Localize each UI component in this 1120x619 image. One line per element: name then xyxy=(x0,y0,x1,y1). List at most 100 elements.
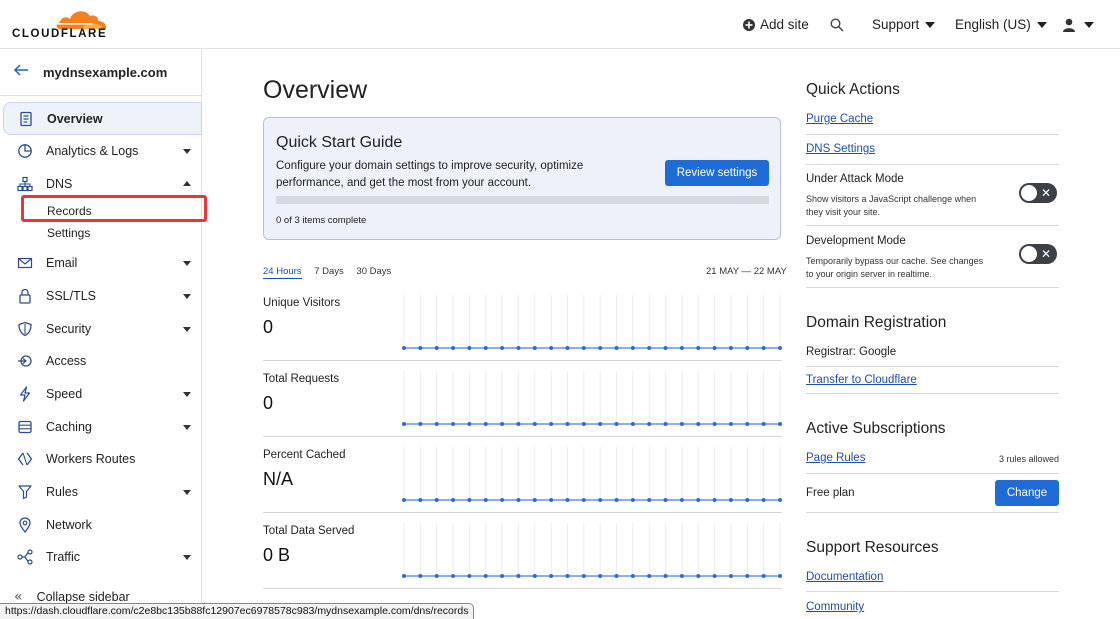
dns-settings-link[interactable]: DNS Settings xyxy=(806,143,875,155)
location-pin-icon xyxy=(19,517,31,533)
divider xyxy=(806,366,1059,367)
data-point xyxy=(434,346,439,350)
chevron-down-icon xyxy=(183,555,191,560)
sparkline-chart xyxy=(402,523,782,578)
data-point xyxy=(565,422,570,426)
chevron-down-icon xyxy=(183,327,191,332)
data-point xyxy=(712,498,717,502)
development-mode-toggle[interactable]: ✕ xyxy=(1019,244,1057,264)
metric-label: Unique Visitors xyxy=(263,297,341,309)
chevron-down-icon xyxy=(183,425,191,430)
chevron-down-icon xyxy=(1036,21,1047,28)
add-site-link[interactable]: Add site xyxy=(743,0,809,49)
collapse-sidebar-label: Collapse sidebar xyxy=(36,590,130,604)
mail-icon xyxy=(17,257,33,269)
top-bar: CLOUDFLARE Add site Support English (US) xyxy=(0,0,1120,49)
sidebar-item-email[interactable]: Email xyxy=(0,248,201,278)
data-point xyxy=(761,346,766,350)
chevron-down-icon xyxy=(183,392,191,397)
workers-icon xyxy=(17,452,33,466)
sidebar-item-overview[interactable]: Overview xyxy=(3,102,202,135)
data-point xyxy=(614,422,619,426)
data-point xyxy=(778,346,782,350)
sidebar-item-analytics[interactable]: Analytics & Logs xyxy=(0,136,201,166)
sidebar-item-workers-routes[interactable]: Workers Routes xyxy=(0,444,201,474)
sidebar-item-network[interactable]: Network xyxy=(0,510,201,540)
data-point xyxy=(647,422,652,426)
sidebar-item-label: Caching xyxy=(46,420,92,434)
purge-cache-link[interactable]: Purge Cache xyxy=(806,113,873,125)
data-point xyxy=(581,574,586,578)
data-point xyxy=(598,422,603,426)
sidebar-item-label: Rules xyxy=(46,485,78,499)
close-icon: ✕ xyxy=(1041,247,1052,261)
tab-7-days[interactable]: 7 Days xyxy=(314,266,344,277)
user-menu[interactable] xyxy=(1062,0,1094,49)
metric-value: 0 xyxy=(263,317,274,337)
documentation-link[interactable]: Documentation xyxy=(806,571,883,583)
data-point xyxy=(483,422,488,426)
sidebar-item-label: Network xyxy=(46,518,92,532)
data-point xyxy=(565,346,570,350)
sidebar-item-ssl-tls[interactable]: SSL/TLS xyxy=(0,281,201,311)
community-link[interactable]: Community xyxy=(806,601,864,613)
chevron-down-icon xyxy=(183,294,191,299)
page-rules-link[interactable]: Page Rules xyxy=(806,452,865,464)
sidebar-item-label: Analytics & Logs xyxy=(46,144,139,158)
sidebar-item-rules[interactable]: Rules xyxy=(0,477,201,507)
transfer-to-cloudflare-link[interactable]: Transfer to Cloudflare xyxy=(806,374,917,386)
sparkline-chart xyxy=(402,371,782,426)
data-point xyxy=(565,498,570,502)
metric-total-data-served: Total Data Served 0 B xyxy=(263,513,782,589)
zone-header: mydnsexample.com xyxy=(0,49,201,96)
data-point xyxy=(434,498,439,502)
language-menu[interactable]: English (US) xyxy=(955,0,1047,49)
sidebar-item-access[interactable]: Access xyxy=(0,346,201,376)
data-point xyxy=(451,346,456,350)
document-icon xyxy=(20,111,32,127)
data-point xyxy=(402,422,406,426)
sparkline-chart xyxy=(402,447,782,502)
data-point xyxy=(712,422,717,426)
data-point xyxy=(679,574,684,578)
back-arrow-icon[interactable] xyxy=(13,63,29,77)
sidebar-item-label: Email xyxy=(46,256,78,270)
data-point xyxy=(647,346,652,350)
quick-start-guide-card: Quick Start Guide Configure your domain … xyxy=(263,117,781,240)
data-point xyxy=(500,574,505,578)
metric-label: Total Requests xyxy=(263,373,340,385)
data-point xyxy=(663,574,668,578)
chevron-down-icon xyxy=(925,21,936,28)
review-settings-button[interactable]: Review settings xyxy=(665,160,769,186)
data-point xyxy=(402,346,406,350)
sidebar-item-security[interactable]: Security xyxy=(0,314,201,344)
data-point xyxy=(778,498,782,502)
data-point xyxy=(598,574,603,578)
data-point xyxy=(761,422,766,426)
data-point xyxy=(451,422,456,426)
change-plan-button[interactable]: Change xyxy=(995,480,1059,506)
tab-30-days[interactable]: 30 Days xyxy=(356,266,391,277)
domain-registration-heading: Domain Registration xyxy=(806,314,947,331)
active-subscriptions-heading: Active Subscriptions xyxy=(806,420,946,437)
data-point xyxy=(581,422,586,426)
tab-24-hours[interactable]: 24 Hours xyxy=(263,266,302,279)
language-label: English (US) xyxy=(955,17,1031,32)
search-button[interactable] xyxy=(830,0,844,49)
cloudflare-logo[interactable]: CLOUDFLARE xyxy=(12,8,107,40)
registrar-text: Registrar: Google xyxy=(806,346,897,358)
data-point xyxy=(467,574,472,578)
sidebar-subitem-settings[interactable]: Settings xyxy=(47,226,90,240)
brand-wordmark: CLOUDFLARE xyxy=(12,28,108,40)
toggle-knob xyxy=(1021,246,1037,262)
under-attack-toggle[interactable]: ✕ xyxy=(1019,183,1057,203)
metric-value: N/A xyxy=(263,469,294,489)
data-point xyxy=(451,574,456,578)
sidebar-item-speed[interactable]: Speed xyxy=(0,379,201,409)
data-point xyxy=(598,498,603,502)
sidebar-item-traffic[interactable]: Traffic xyxy=(0,542,201,572)
data-point xyxy=(614,574,619,578)
data-point xyxy=(434,574,439,578)
support-menu[interactable]: Support xyxy=(872,0,936,49)
sidebar-item-caching[interactable]: Caching xyxy=(0,412,201,442)
